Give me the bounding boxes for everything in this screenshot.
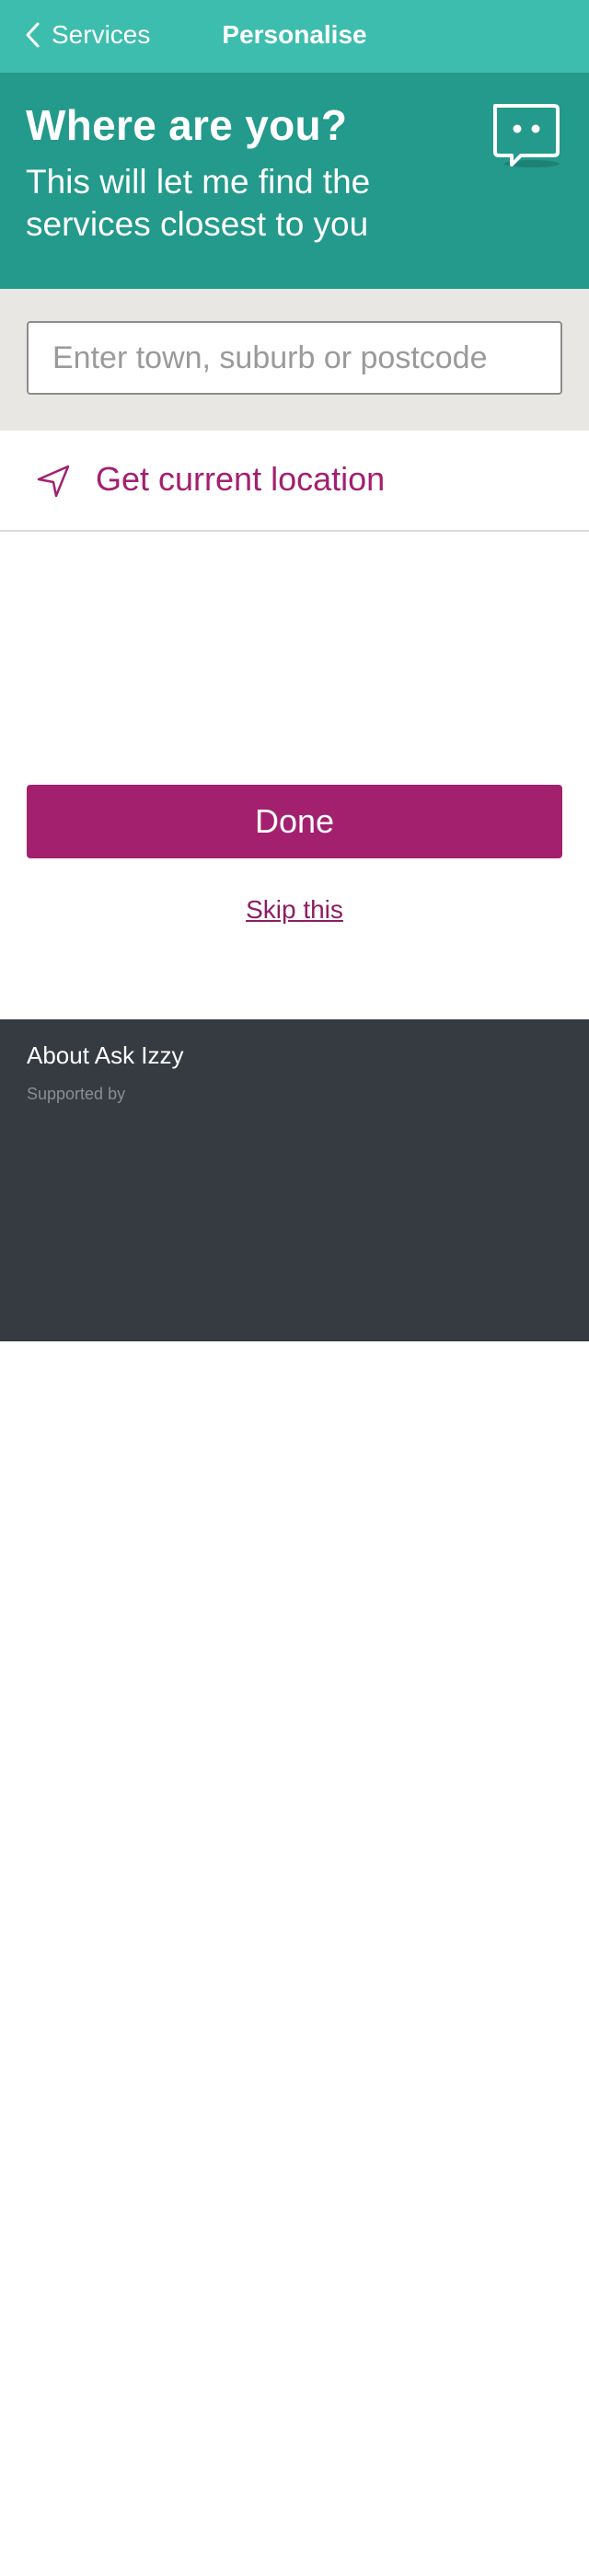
search-section <box>0 289 589 431</box>
get-current-location-label: Get current location <box>96 460 386 498</box>
skip-link[interactable]: Skip this <box>246 895 343 924</box>
chat-bubble-icon <box>493 104 560 167</box>
app-bar: Services Personalise <box>0 0 589 73</box>
done-button[interactable]: Done <box>27 785 562 858</box>
hero-subheading: This will let me find the services close… <box>26 163 371 243</box>
hero-banner: Where are you? This will let me find the… <box>0 73 589 289</box>
get-current-location-button[interactable]: Get current location <box>0 431 589 532</box>
skip-container: Skip this <box>0 895 589 925</box>
hero-heading: Where are you? <box>26 101 348 149</box>
footer: About Ask Izzy Supported by <box>0 1019 589 1341</box>
supported-by-label: Supported by <box>27 1085 126 1103</box>
location-arrow-icon <box>37 465 70 498</box>
page-title: Personalise <box>222 20 367 49</box>
about-link[interactable]: About Ask Izzy <box>27 1041 184 1070</box>
location-search-input[interactable] <box>27 321 562 395</box>
